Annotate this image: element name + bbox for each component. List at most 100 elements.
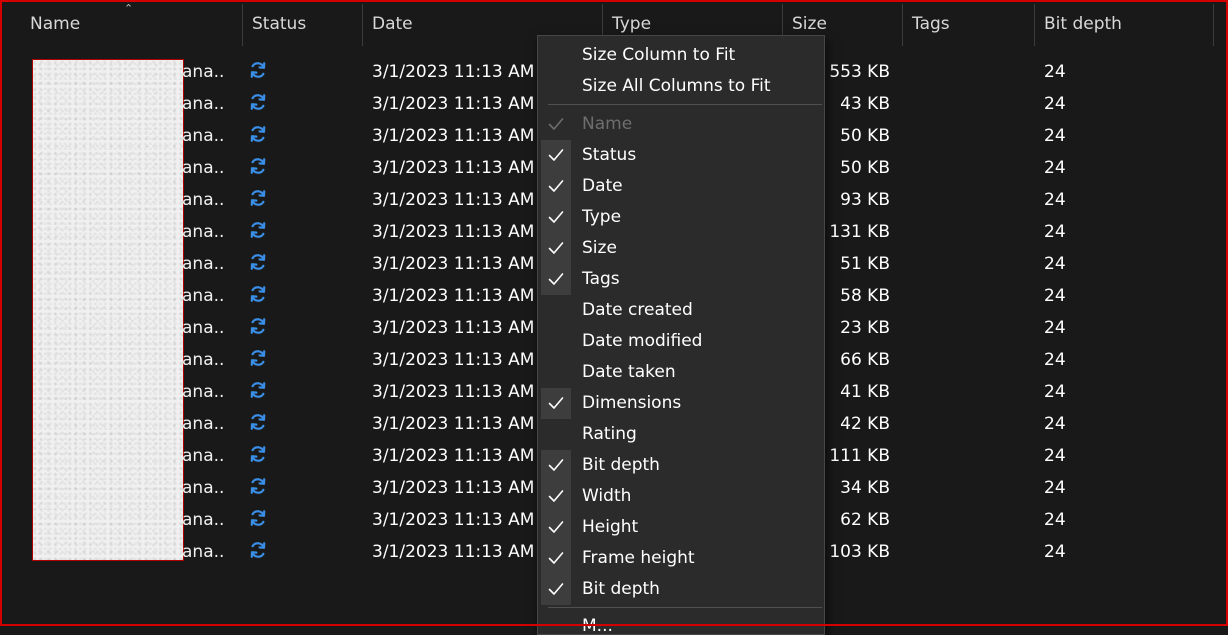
menu-item-date-taken[interactable]: Date taken xyxy=(538,357,824,388)
status-cell xyxy=(248,536,278,568)
checkmark-icon xyxy=(548,118,564,130)
file-name: ana... xyxy=(182,542,226,562)
menu-item-dimensions[interactable]: Dimensions xyxy=(538,388,824,419)
file-name: ana... xyxy=(182,222,226,242)
bit-depth-cell: 24 xyxy=(1044,254,1066,274)
status-cell xyxy=(248,344,278,376)
status-cell xyxy=(248,120,278,152)
file-name: ana... xyxy=(182,62,226,82)
file-name: ana... xyxy=(182,382,226,402)
menu-item-label: Size xyxy=(582,238,617,258)
menu-item-height[interactable]: Height xyxy=(538,512,824,543)
sync-icon xyxy=(250,62,266,78)
date-cell: 3/1/2023 11:13 AM xyxy=(372,478,535,498)
date-cell: 3/1/2023 11:13 AM xyxy=(372,286,535,306)
column-name-label: Name xyxy=(30,14,81,34)
sync-icon xyxy=(250,126,266,142)
status-cell xyxy=(248,504,278,536)
file-name: ana... xyxy=(182,158,226,178)
column-header-tags[interactable]: Tags xyxy=(902,2,1034,46)
menu-item-type[interactable]: Type xyxy=(538,202,824,233)
bit-depth-cell: 24 xyxy=(1044,126,1066,146)
sync-icon xyxy=(250,382,266,398)
menu-item-rating[interactable]: Rating xyxy=(538,419,824,450)
bit-depth-cell: 24 xyxy=(1044,190,1066,210)
menu-item-more[interactable]: M... xyxy=(538,611,824,635)
bit-depth-cell: 24 xyxy=(1044,542,1066,562)
checkmark-icon xyxy=(548,459,564,471)
menu-item-date[interactable]: Date xyxy=(538,171,824,202)
file-name: ana... xyxy=(182,446,226,466)
status-cell xyxy=(248,408,278,440)
menu-item-label: Width xyxy=(582,486,632,506)
bit-depth-cell: 24 xyxy=(1044,318,1066,338)
menu-item-bit-depth[interactable]: Bit depth xyxy=(538,574,824,605)
date-cell: 3/1/2023 11:13 AM xyxy=(372,446,535,466)
menu-item-date-created[interactable]: Date created xyxy=(538,295,824,326)
column-header-status[interactable]: Status xyxy=(242,2,362,46)
sync-icon xyxy=(250,158,266,174)
menu-item-size-column-to-fit[interactable]: Size Column to Fit xyxy=(538,40,824,71)
status-cell xyxy=(248,376,278,408)
status-cell xyxy=(248,280,278,312)
sync-icon xyxy=(250,542,266,558)
menu-item-size-all-columns-to-fit[interactable]: Size All Columns to Fit xyxy=(538,71,824,102)
date-cell: 3/1/2023 11:13 AM xyxy=(372,190,535,210)
checkmark-icon xyxy=(548,180,564,192)
menu-item-width[interactable]: Width xyxy=(538,481,824,512)
date-cell: 3/1/2023 11:13 AM xyxy=(372,158,535,178)
date-cell: 3/1/2023 11:13 AM xyxy=(372,510,535,530)
column-bit-depth-label: Bit depth xyxy=(1044,14,1122,34)
menu-item-label: Date taken xyxy=(582,362,676,382)
menu-item-frame-height[interactable]: Frame height xyxy=(538,543,824,574)
bit-depth-cell: 24 xyxy=(1044,510,1066,530)
sync-icon xyxy=(250,446,266,462)
date-cell: 3/1/2023 11:13 AM xyxy=(372,350,535,370)
bit-depth-cell: 24 xyxy=(1044,62,1066,82)
menu-item-bit-depth[interactable]: Bit depth xyxy=(538,450,824,481)
status-cell xyxy=(248,248,278,280)
status-cell xyxy=(248,184,278,216)
date-cell: 3/1/2023 11:13 AM xyxy=(372,414,535,434)
sync-icon xyxy=(250,318,266,334)
date-cell: 3/1/2023 11:13 AM xyxy=(372,542,535,562)
menu-item-name: Name xyxy=(538,109,824,140)
menu-item-label: Dimensions xyxy=(582,393,682,413)
menu-item-label: Bit depth xyxy=(582,579,660,599)
column-context-menu: Size Column to Fit Size All Columns to F… xyxy=(537,35,825,635)
checkmark-icon xyxy=(548,397,564,409)
sync-icon xyxy=(250,510,266,526)
menu-item-tags[interactable]: Tags xyxy=(538,264,824,295)
sync-icon xyxy=(250,478,266,494)
status-cell xyxy=(248,312,278,344)
menu-item-label: Date xyxy=(582,176,623,196)
sync-icon xyxy=(250,286,266,302)
menu-item-status[interactable]: Status xyxy=(538,140,824,171)
menu-item-size[interactable]: Size xyxy=(538,233,824,264)
menu-item-label: Size Column to Fit xyxy=(582,45,736,65)
menu-item-label: Bit depth xyxy=(582,455,660,475)
status-cell xyxy=(248,56,278,88)
column-date-label: Date xyxy=(372,14,413,34)
status-cell xyxy=(248,152,278,184)
date-cell: 3/1/2023 11:13 AM xyxy=(372,94,535,114)
status-cell xyxy=(248,88,278,120)
menu-item-label: Rating xyxy=(582,424,637,444)
file-name: ana... xyxy=(182,286,226,306)
column-header-bit-depth[interactable]: Bit depth xyxy=(1034,2,1214,46)
file-name: ana... xyxy=(182,510,226,530)
file-name: ana... xyxy=(182,478,226,498)
sync-icon xyxy=(250,254,266,270)
sync-icon xyxy=(250,222,266,238)
menu-item-label: Frame height xyxy=(582,548,695,568)
menu-item-date-modified[interactable]: Date modified xyxy=(538,326,824,357)
sync-icon xyxy=(250,414,266,430)
menu-separator xyxy=(548,104,822,105)
bit-depth-cell: 24 xyxy=(1044,382,1066,402)
checkmark-icon xyxy=(548,552,564,564)
date-cell: 3/1/2023 11:13 AM xyxy=(372,254,535,274)
menu-item-label: Size All Columns to Fit xyxy=(582,76,771,96)
file-name: ana... xyxy=(182,350,226,370)
menu-item-label: M... xyxy=(582,616,613,635)
column-divider[interactable] xyxy=(1213,4,1214,46)
